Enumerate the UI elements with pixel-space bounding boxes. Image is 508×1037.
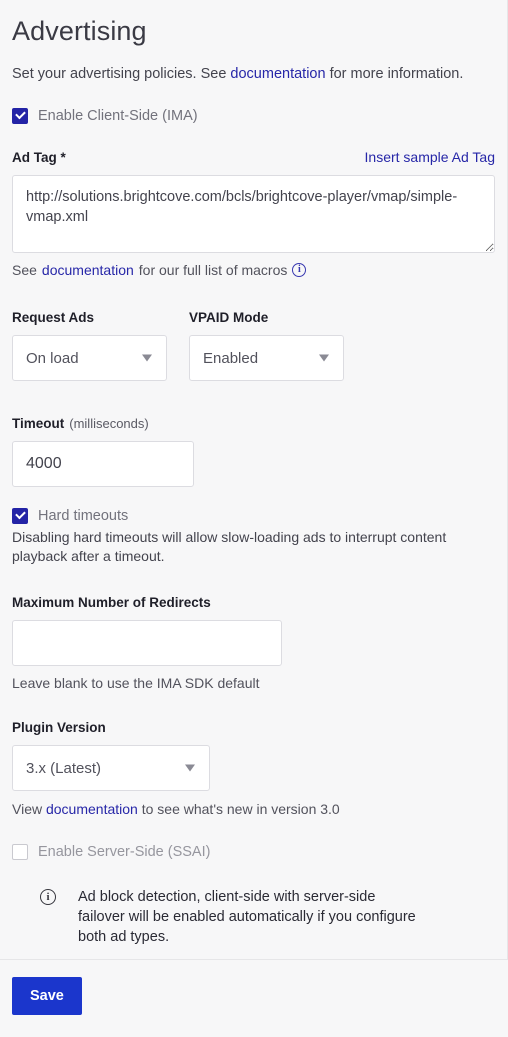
timeout-label: Timeout (milliseconds) [12,415,495,433]
plugin-version-group: Plugin Version 3.x (Latest) View documen… [12,719,495,817]
save-button[interactable]: Save [12,977,82,1015]
hard-timeouts-row[interactable]: Hard timeouts [12,507,495,525]
vpaid-mode-label: VPAID Mode [189,310,269,325]
hard-timeouts-checkbox[interactable] [12,508,28,524]
ad-tag-textarea[interactable] [12,175,495,253]
advertising-settings-panel: Advertising Set your advertising policie… [0,0,508,1015]
plugin-version-value: 3.x (Latest) [26,759,102,777]
ad-request-settings-row: Request Ads On load VPAID Mode Enabled [12,309,495,381]
enable-server-side-ssai-checkbox[interactable] [12,844,28,860]
timeout-label-text: Timeout [12,416,65,431]
ad-tag-helper-after: for our full list of macros [138,262,288,278]
timeout-unit: (milliseconds) [69,416,149,431]
plugin-version-label: Plugin Version [12,720,106,735]
macros-info-icon[interactable]: i [292,263,307,277]
ad-tag-label-row: Ad Tag * Insert sample Ad Tag [12,149,495,167]
plugin-version-note-before: View [12,801,46,817]
hard-timeouts-note: Disabling hard timeouts will allow slow-… [12,529,447,564]
max-redirects-note: Leave blank to use the IMA SDK default [12,675,260,691]
page-description: Set your advertising policies. See docum… [12,64,478,85]
enable-server-side-ssai-row[interactable]: Enable Server-Side (SSAI) [12,843,495,861]
info-icon: i [40,889,56,905]
macros-documentation-link[interactable]: documentation [42,261,134,279]
plugin-version-note: View documentation to see what's new in … [12,801,495,817]
page-description-text-before: Set your advertising policies. See [12,66,231,82]
footer-actions: Save [12,977,495,1037]
timeout-group: Timeout (milliseconds) [12,415,495,487]
ad-tag-helper-text: See documentation for our full list of m… [12,261,495,279]
chevron-down-icon [185,764,195,772]
max-redirects-group: Maximum Number of Redirects Leave blank … [12,594,495,691]
request-ads-select[interactable]: On load [12,335,167,381]
timeout-input[interactable] [12,441,194,487]
enable-client-side-ima-checkbox[interactable] [12,108,28,124]
chevron-down-icon [142,354,152,362]
request-ads-group: Request Ads On load [12,309,167,381]
ad-block-detection-callout-text: Ad block detection, client-side with ser… [78,889,416,945]
ad-block-detection-callout: i Ad block detection, client-side with s… [12,887,495,947]
enable-client-side-ima-label: Enable Client-Side (IMA) [38,108,198,124]
hard-timeouts-label: Hard timeouts [38,508,129,524]
max-redirects-label: Maximum Number of Redirects [12,595,211,610]
enable-server-side-ssai-label: Enable Server-Side (SSAI) [38,844,211,860]
page-description-text-after: for more information. [325,66,464,82]
description-documentation-link[interactable]: documentation [230,66,325,82]
max-redirects-input[interactable] [12,620,282,666]
plugin-version-select[interactable]: 3.x (Latest) [12,745,210,791]
ad-tag-label: Ad Tag * [12,150,66,165]
chevron-down-icon [319,354,329,362]
plugin-version-documentation-link[interactable]: documentation [46,801,138,817]
plugin-version-note-after: to see what's new in version 3.0 [137,801,340,817]
vpaid-mode-value: Enabled [203,349,259,367]
page-title: Advertising [12,16,147,46]
request-ads-value: On load [26,349,79,367]
vpaid-mode-select[interactable]: Enabled [189,335,344,381]
request-ads-label: Request Ads [12,310,95,325]
vpaid-mode-group: VPAID Mode Enabled [189,309,344,381]
insert-sample-ad-tag-link[interactable]: Insert sample Ad Tag [365,149,495,165]
enable-client-side-ima-row[interactable]: Enable Client-Side (IMA) [12,107,495,125]
ad-tag-helper-before: See [12,262,37,278]
